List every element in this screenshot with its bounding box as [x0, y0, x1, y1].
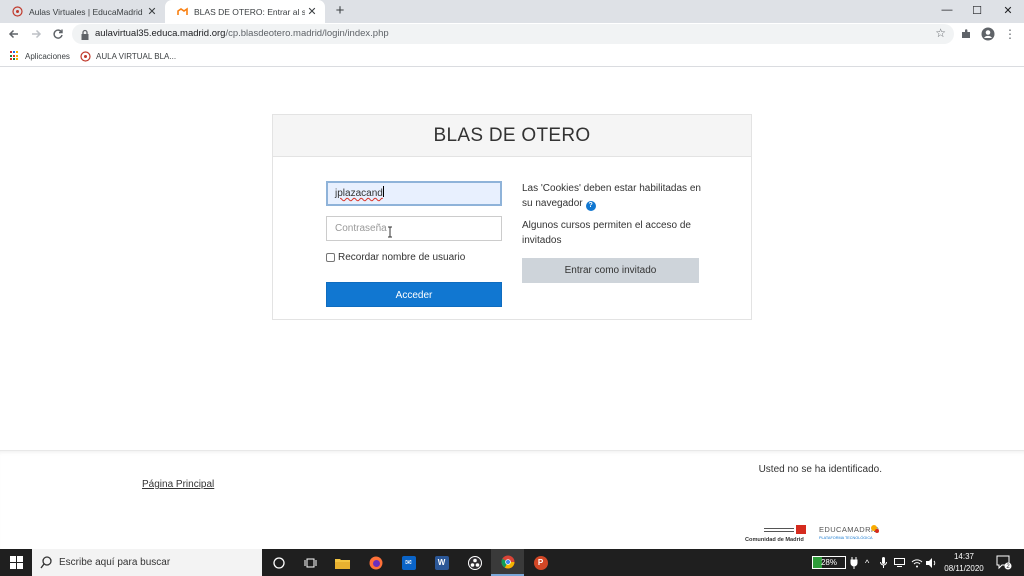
bookmark-apps[interactable]: Aplicaciones	[10, 49, 70, 63]
chevron-up-icon[interactable]: ^	[865, 549, 869, 576]
back-arrow-icon[interactable]	[5, 25, 23, 43]
reload-icon[interactable]	[49, 25, 67, 43]
tab-close-icon[interactable]: ✕	[305, 5, 319, 19]
address-bar[interactable]: aulavirtual35.educa.madrid.org/cp.blasde…	[72, 24, 954, 44]
task-view-icon[interactable]	[294, 549, 327, 576]
educamadrid-favicon-icon	[12, 6, 23, 17]
tab-close-icon[interactable]: ✕	[145, 5, 159, 19]
powerpoint-icon[interactable]: P	[524, 549, 557, 576]
moodle-favicon-icon	[177, 6, 188, 17]
login-info: Las 'Cookies' deben estar habilitadas en…	[522, 181, 707, 255]
tab-aulas-virtuales[interactable]: Aulas Virtuales | EducaMadrid ✕	[0, 0, 165, 23]
educamadrid-favicon-icon	[80, 50, 91, 62]
remember-username-checkbox[interactable]: Recordar nombre de usuario	[326, 252, 465, 263]
power-plug-icon[interactable]	[850, 549, 858, 576]
firefox-icon[interactable]	[359, 549, 392, 576]
windows-start-icon[interactable]	[0, 549, 32, 576]
action-center-icon[interactable]: 2	[996, 555, 1012, 570]
browser-toolbar: aulavirtual35.educa.madrid.org/cp.blasde…	[0, 23, 1024, 45]
logo-em-subtitle: PLATAFORMA TECNOLÓGICA	[819, 535, 873, 540]
remember-label: Recordar nombre de usuario	[338, 252, 466, 263]
logo-em-text: EDUCAMADRID	[819, 525, 879, 534]
file-explorer-icon[interactable]	[326, 549, 359, 576]
tab-blas-de-otero[interactable]: BLAS DE OTERO: Entrar al sitio ✕	[165, 0, 325, 23]
word-icon[interactable]: W	[425, 549, 458, 576]
login-status-text: Usted no se ha identificado.	[758, 464, 882, 475]
page-footer: Usted no se ha identificado. Página Prin…	[0, 450, 1024, 549]
text-cursor-icon	[387, 225, 393, 238]
wifi-icon[interactable]	[911, 549, 923, 576]
comunidad-de-madrid-logo: Comunidad de Madrid	[745, 525, 806, 543]
tab-title: Aulas Virtuales | EducaMadrid	[29, 6, 143, 17]
guest-login-button[interactable]: Entrar como invitado	[522, 258, 699, 283]
chrome-menu-icon[interactable]: ⋮	[1002, 26, 1018, 42]
home-page-link[interactable]: Página Principal	[142, 479, 214, 490]
login-header: BLAS DE OTERO	[273, 115, 751, 157]
cortana-circle-icon[interactable]	[262, 549, 295, 576]
guest-notice: Algunos cursos permiten el acceso de inv…	[522, 220, 691, 246]
minimize-icon[interactable]: —	[932, 0, 962, 20]
profile-avatar-icon[interactable]	[980, 26, 996, 42]
tab-title: BLAS DE OTERO: Entrar al sitio	[194, 6, 305, 17]
battery-indicator[interactable]: 28%	[812, 556, 846, 569]
bookmarks-bar: Aplicaciones AULA VIRTUAL BLA...	[0, 45, 1024, 67]
login-button[interactable]: Acceder	[326, 282, 502, 307]
extensions-puzzle-icon[interactable]	[958, 26, 974, 42]
forward-arrow-icon[interactable]	[27, 25, 45, 43]
windows-taskbar: Escribe aquí para buscar ✉ W P 28% ^ 14:…	[0, 549, 1024, 576]
window-close-icon[interactable]: ✕	[993, 0, 1023, 20]
search-placeholder: Escribe aquí para buscar	[59, 557, 171, 568]
maximize-icon[interactable]: ☐	[962, 0, 992, 20]
obs-icon[interactable]	[458, 549, 491, 576]
apps-grid-icon	[10, 51, 20, 61]
microphone-icon[interactable]	[880, 549, 887, 576]
url-text: aulavirtual35.educa.madrid.org/cp.blasde…	[95, 28, 389, 39]
username-value: jplazacand	[335, 188, 383, 199]
bookmark-label: AULA VIRTUAL BLA...	[96, 51, 177, 61]
clock-time: 14:37	[953, 552, 975, 561]
system-clock[interactable]: 14:37 08/11/2020	[940, 551, 988, 575]
bookmark-star-icon[interactable]: ☆	[935, 26, 946, 40]
password-input[interactable]: Contraseña	[326, 216, 502, 241]
clock-date: 08/11/2020	[944, 564, 984, 573]
logo-cm-text: Comunidad de Madrid	[745, 537, 804, 543]
login-panel: BLAS DE OTERO jplazacand Contraseña Reco…	[272, 114, 752, 320]
browser-tab-strip: Aulas Virtuales | EducaMadrid ✕ BLAS DE …	[0, 0, 1024, 23]
bookmark-label: Aplicaciones	[25, 51, 70, 61]
display-icon[interactable]	[894, 549, 905, 576]
lock-icon	[80, 28, 90, 40]
taskbar-search-box[interactable]: Escribe aquí para buscar	[32, 549, 262, 576]
chrome-icon[interactable]	[491, 549, 524, 576]
mail-icon[interactable]: ✉	[392, 549, 425, 576]
username-input[interactable]: jplazacand	[326, 181, 502, 206]
educamadrid-logo: EDUCAMADRID PLATAFORMA TECNOLÓGICA	[819, 525, 879, 540]
search-icon	[40, 556, 52, 569]
cookies-notice: Las 'Cookies' deben estar habilitadas en…	[522, 183, 701, 209]
password-placeholder: Contraseña	[335, 223, 387, 234]
help-question-icon[interactable]: ?	[585, 201, 596, 211]
site-title: BLAS DE OTERO	[433, 125, 591, 146]
checkbox-box[interactable]	[326, 253, 335, 262]
new-tab-button[interactable]: +	[332, 3, 348, 19]
bookmark-aula-virtual[interactable]: AULA VIRTUAL BLA...	[80, 49, 176, 63]
volume-icon[interactable]	[926, 549, 937, 576]
